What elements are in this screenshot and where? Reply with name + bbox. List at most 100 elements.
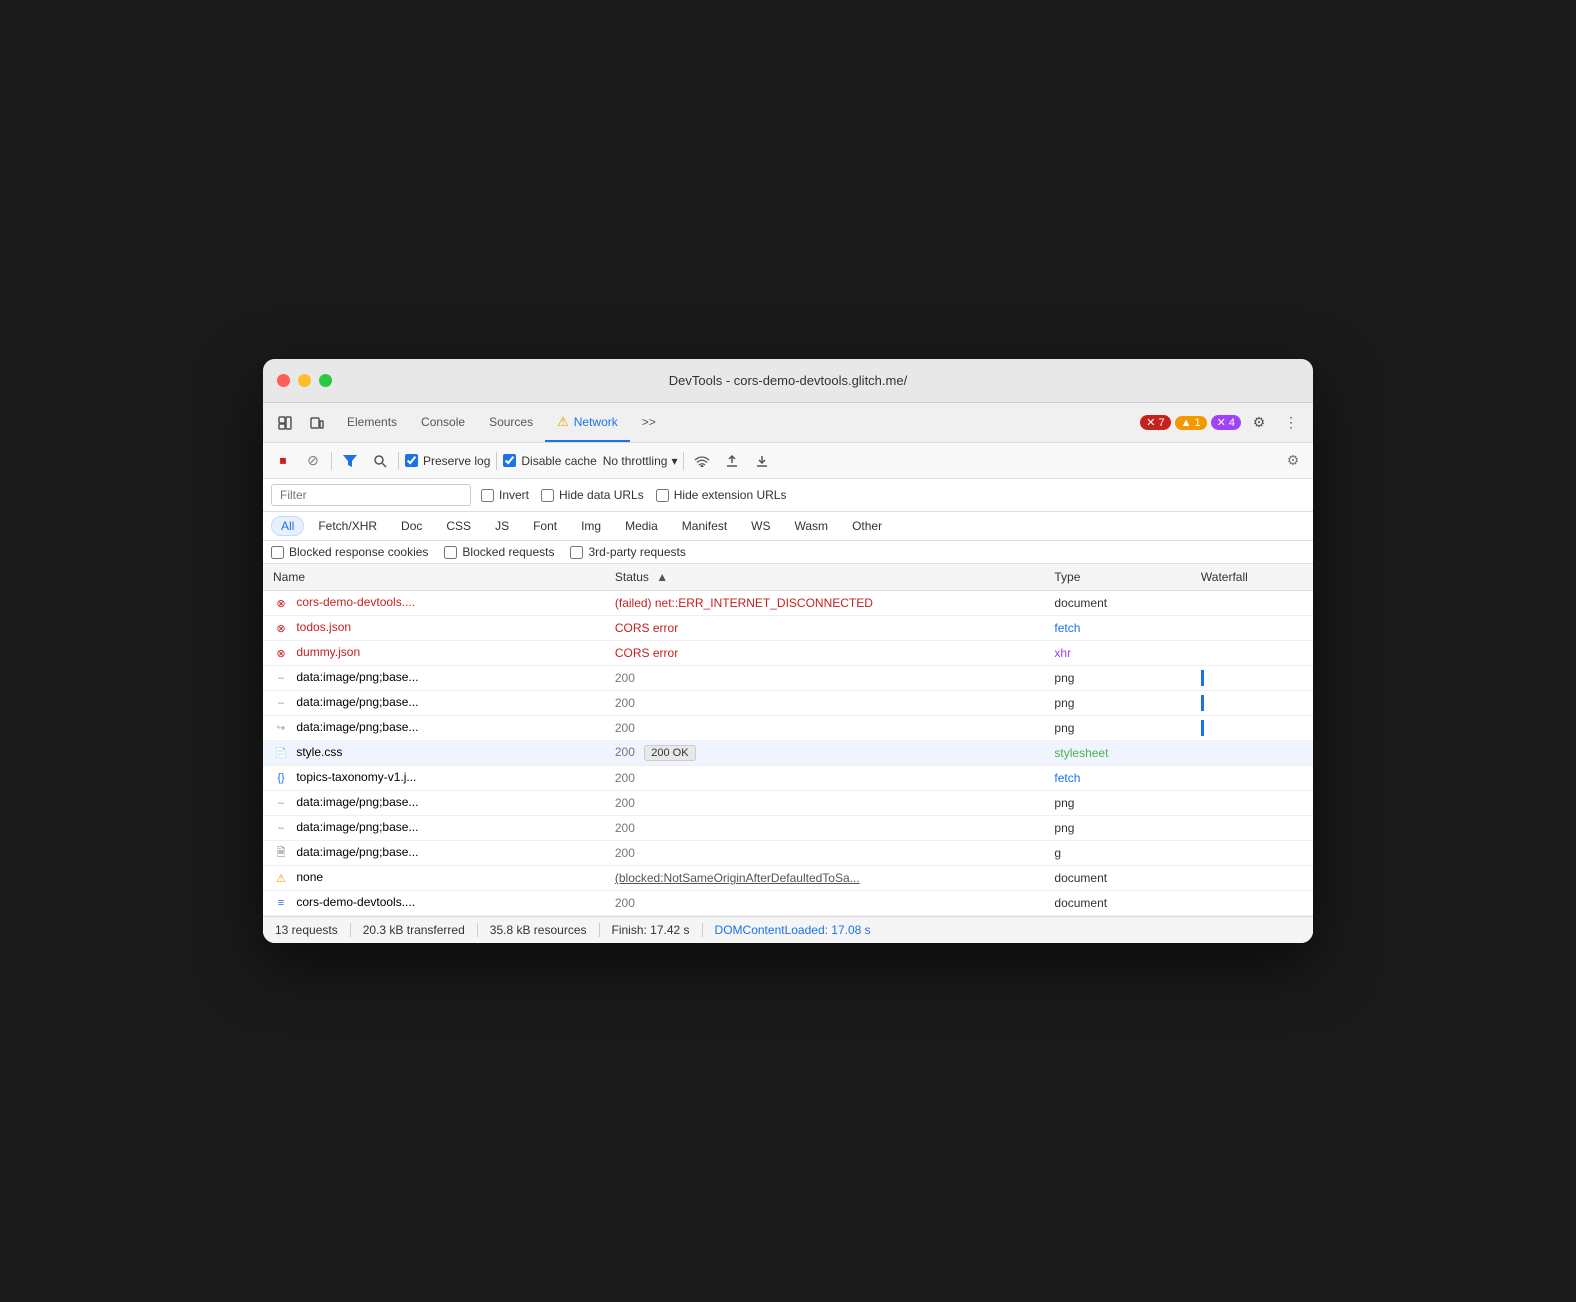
devtools-window: DevTools - cors-demo-devtools.glitch.me/ — [263, 359, 1313, 943]
table-row[interactable]: – data:image/png;base... 200 png — [263, 691, 1313, 716]
blocked-requests-checkbox[interactable]: Blocked requests — [444, 545, 554, 559]
toolbar-sep-4 — [683, 452, 684, 470]
row-status: 200 — [605, 841, 1045, 866]
disable-cache-checkbox[interactable]: Disable cache — [503, 454, 596, 468]
tab-console[interactable]: Console — [409, 403, 477, 442]
table-row[interactable]: 📄 style.css 200 200 OK stylesheet — [263, 741, 1313, 766]
network-table-container[interactable]: Name Status ▲ Type Waterfall — [263, 564, 1313, 916]
200ok-badge: 200 OK — [644, 745, 695, 761]
wifi-icon[interactable] — [690, 449, 714, 473]
table-row[interactable]: {} topics-taxonomy-v1.j... 200 fetch — [263, 766, 1313, 791]
tab-sources[interactable]: Sources — [477, 403, 545, 442]
table-row[interactable]: ⊗ dummy.json CORS error xhr — [263, 641, 1313, 666]
transferred-size: 20.3 kB transferred — [363, 923, 465, 937]
type-btn-font[interactable]: Font — [523, 516, 567, 536]
row-status: (blocked:NotSameOriginAfterDefaultedToSa… — [605, 866, 1045, 891]
stop-recording-icon[interactable]: ⏹ — [271, 449, 295, 473]
table-row[interactable]: – data:image/png;base... 200 png — [263, 816, 1313, 841]
hide-extension-urls-checkbox[interactable]: Hide extension URLs — [656, 488, 787, 502]
more-options-icon[interactable]: ⋮ — [1277, 409, 1305, 437]
filter-input[interactable] — [271, 484, 471, 506]
upload-icon[interactable] — [720, 449, 744, 473]
nav-right: ✕ 7 ▲ 1 ✕ 4 ⚙ ⋮ — [1140, 409, 1305, 437]
settings-icon[interactable]: ⚙ — [1245, 409, 1273, 437]
type-btn-manifest[interactable]: Manifest — [672, 516, 737, 536]
table-row[interactable]: ↪ data:image/png;base... 200 png — [263, 716, 1313, 741]
close-button[interactable] — [277, 374, 290, 387]
traffic-lights — [277, 374, 332, 387]
type-btn-js[interactable]: JS — [485, 516, 519, 536]
table-row[interactable]: – data:image/png;base... 200 png — [263, 791, 1313, 816]
device-toggle-icon[interactable] — [303, 409, 331, 437]
network-settings-icon[interactable]: ⚙ — [1281, 449, 1305, 473]
clear-icon[interactable]: ⊘ — [301, 449, 325, 473]
filter-icon[interactable] — [338, 449, 362, 473]
type-btn-other[interactable]: Other — [842, 516, 892, 536]
row-status: 200 — [605, 791, 1045, 816]
hide-data-urls-input[interactable] — [541, 489, 554, 502]
th-waterfall[interactable]: Waterfall — [1191, 564, 1313, 591]
row-type: stylesheet — [1044, 741, 1191, 766]
blocked-cookies-input[interactable] — [271, 546, 284, 559]
tab-elements[interactable]: Elements — [335, 403, 409, 442]
row-type: g — [1044, 841, 1191, 866]
row-name: – data:image/png;base... — [263, 691, 605, 716]
table-row[interactable]: ≡ cors-demo-devtools.... 200 document — [263, 891, 1313, 916]
preserve-log-checkbox[interactable]: Preserve log — [405, 454, 490, 468]
type-btn-doc[interactable]: Doc — [391, 516, 432, 536]
inspect-element-icon[interactable] — [271, 409, 299, 437]
status-sep-2 — [477, 923, 478, 937]
row-status: CORS error — [605, 641, 1045, 666]
blocked-cookies-checkbox[interactable]: Blocked response cookies — [271, 545, 428, 559]
tab-more[interactable]: >> — [630, 403, 668, 442]
type-btn-ws[interactable]: WS — [741, 516, 780, 536]
toolbar-sep-2 — [398, 452, 399, 470]
tab-network[interactable]: ⚠ Network — [545, 403, 630, 442]
waterfall-bar — [1201, 670, 1204, 686]
row-waterfall — [1191, 616, 1313, 641]
table-row[interactable]: – data:image/png;base... 200 png — [263, 666, 1313, 691]
row-waterfall — [1191, 741, 1313, 766]
disable-cache-input[interactable] — [503, 454, 516, 467]
titlebar: DevTools - cors-demo-devtools.glitch.me/ — [263, 359, 1313, 403]
type-btn-css[interactable]: CSS — [436, 516, 481, 536]
th-name[interactable]: Name — [263, 564, 605, 591]
type-btn-all[interactable]: All — [271, 516, 304, 536]
maximize-button[interactable] — [319, 374, 332, 387]
row-name: ⚠ none — [263, 866, 605, 891]
throttle-selector[interactable]: No throttling ▾ — [603, 454, 678, 468]
row-name: 📄 style.css — [263, 741, 605, 766]
fetch-icon: {} — [273, 770, 289, 786]
download-icon[interactable] — [750, 449, 774, 473]
type-btn-media[interactable]: Media — [615, 516, 668, 536]
network-warn-icon: ⚠ — [557, 414, 569, 430]
warning-badge: ▲ 1 — [1175, 416, 1207, 430]
table-row[interactable]: 🗎 data:image/png;base... 200 g — [263, 841, 1313, 866]
type-btn-img[interactable]: Img — [571, 516, 611, 536]
nav-tabs: Elements Console Sources ⚠ Network >> — [335, 403, 1136, 442]
blocked-status-link[interactable]: (blocked:NotSameOriginAfterDefaultedToSa… — [615, 871, 860, 885]
type-btn-fetch-xhr[interactable]: Fetch/XHR — [308, 516, 387, 536]
hide-data-urls-checkbox[interactable]: Hide data URLs — [541, 488, 644, 502]
table-row[interactable]: ⚠ none (blocked:NotSameOriginAfterDefaul… — [263, 866, 1313, 891]
minimize-button[interactable] — [298, 374, 311, 387]
th-type[interactable]: Type — [1044, 564, 1191, 591]
requests-count: 13 requests — [275, 923, 338, 937]
table-row[interactable]: ⊗ todos.json CORS error fetch — [263, 616, 1313, 641]
hide-extension-urls-input[interactable] — [656, 489, 669, 502]
invert-input[interactable] — [481, 489, 494, 502]
error-circle-icon: ⊗ — [273, 595, 289, 611]
preserve-log-input[interactable] — [405, 454, 418, 467]
row-type: fetch — [1044, 766, 1191, 791]
third-party-input[interactable] — [570, 546, 583, 559]
document-icon: ≡ — [273, 895, 289, 911]
search-icon[interactable] — [368, 449, 392, 473]
th-status[interactable]: Status ▲ — [605, 564, 1045, 591]
type-btn-wasm[interactable]: Wasm — [785, 516, 839, 536]
third-party-checkbox[interactable]: 3rd-party requests — [570, 545, 685, 559]
table-row[interactable]: ⊗ cors-demo-devtools.... (failed) net::E… — [263, 591, 1313, 616]
row-status: 200 200 OK — [605, 741, 1045, 766]
blocked-requests-input[interactable] — [444, 546, 457, 559]
status-sep-3 — [599, 923, 600, 937]
invert-checkbox[interactable]: Invert — [481, 488, 529, 502]
